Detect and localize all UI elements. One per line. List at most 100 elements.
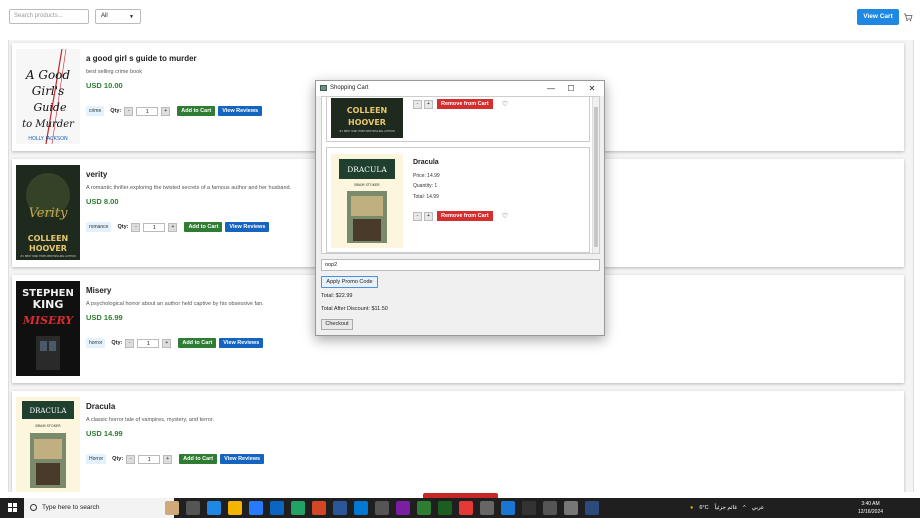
mail-icon[interactable] bbox=[354, 501, 368, 515]
qty-input[interactable]: 1 bbox=[143, 222, 166, 232]
category-filter-select[interactable]: All ▼ bbox=[95, 9, 141, 24]
excel-icon[interactable] bbox=[291, 501, 305, 515]
teams-icon[interactable] bbox=[375, 501, 389, 515]
qty-increment-button[interactable]: + bbox=[162, 338, 172, 348]
minimize-button[interactable]: — bbox=[545, 83, 557, 94]
apply-promo-button[interactable]: Apply Promo Code bbox=[321, 276, 378, 288]
svg-text:BRAM STOKER: BRAM STOKER bbox=[354, 183, 380, 187]
top-bar: Search products... All ▼ View Cart bbox=[0, 0, 920, 36]
remove-from-cart-button[interactable]: Remove from Cart bbox=[437, 99, 493, 109]
svg-text:HOLLY JACKSON: HOLLY JACKSON bbox=[28, 136, 68, 142]
view-reviews-button[interactable]: View Reviews bbox=[225, 222, 270, 232]
app-icon[interactable] bbox=[480, 501, 494, 515]
product-controls: horror Qty: - 1 + Add to Cart View Revie… bbox=[86, 338, 264, 348]
add-to-cart-button[interactable]: Add to Cart bbox=[178, 338, 217, 348]
java-app-icon[interactable] bbox=[564, 501, 578, 515]
taskbar-search-text: Type here to search bbox=[42, 504, 100, 511]
powerpoint-icon[interactable] bbox=[312, 501, 326, 515]
app-icon[interactable] bbox=[543, 501, 557, 515]
edge-icon[interactable] bbox=[270, 501, 284, 515]
weather-text: غائم جزئياً bbox=[714, 505, 738, 511]
app-icon[interactable] bbox=[396, 501, 410, 515]
add-to-cart-button[interactable]: Add to Cart bbox=[179, 454, 218, 464]
qty-increment-button[interactable]: + bbox=[424, 99, 433, 109]
qty-increment-button[interactable]: + bbox=[163, 454, 173, 464]
qty-decrement-button[interactable]: - bbox=[413, 211, 422, 221]
task-view-icon[interactable] bbox=[186, 501, 200, 515]
app-icon[interactable] bbox=[522, 501, 536, 515]
add-to-cart-button[interactable]: Add to Cart bbox=[184, 222, 223, 232]
maximize-button[interactable]: ☐ bbox=[565, 83, 577, 94]
svg-text:Girl's: Girl's bbox=[32, 84, 64, 98]
cart-item-controls: - + Remove from Cart ♡ bbox=[413, 211, 508, 221]
window-title-bar[interactable]: Shopping Cart — ☐ ✕ bbox=[316, 81, 604, 96]
app-icon[interactable] bbox=[417, 501, 431, 515]
heart-icon[interactable]: ♡ bbox=[502, 100, 508, 108]
product-title: verity bbox=[86, 170, 108, 179]
app-icon bbox=[320, 85, 327, 91]
scrollbar[interactable] bbox=[592, 97, 599, 253]
book-cover-image: STEPHEN KING MISERY bbox=[16, 281, 80, 376]
view-reviews-button[interactable]: View Reviews bbox=[219, 338, 264, 348]
svg-text:HOOVER: HOOVER bbox=[29, 244, 67, 253]
cart-icon[interactable] bbox=[903, 12, 913, 22]
qty-decrement-button[interactable]: - bbox=[125, 338, 135, 348]
remove-from-cart-button[interactable]: Remove from Cart bbox=[437, 211, 493, 221]
qty-decrement-button[interactable]: - bbox=[131, 222, 141, 232]
windows-start-icon[interactable] bbox=[8, 503, 17, 512]
product-price: USD 10.00 bbox=[86, 81, 123, 90]
vscode-icon[interactable] bbox=[501, 501, 515, 515]
language-indicator[interactable]: عربي bbox=[752, 505, 764, 511]
qty-label: Qty: bbox=[111, 340, 123, 346]
weather-icon[interactable]: ● bbox=[690, 505, 693, 511]
chevron-up-icon[interactable]: ^ bbox=[743, 505, 746, 511]
svg-text:A Good: A Good bbox=[25, 68, 71, 82]
product-controls: Horror Qty: - 1 + Add to Cart View Revie… bbox=[86, 454, 265, 464]
qty-increment-button[interactable]: + bbox=[168, 222, 178, 232]
app-icon[interactable] bbox=[438, 501, 452, 515]
weather-temp[interactable]: 6°C bbox=[699, 505, 708, 511]
widgets-icon[interactable] bbox=[207, 501, 221, 515]
scrollbar-thumb[interactable] bbox=[594, 107, 598, 247]
qty-input[interactable]: 1 bbox=[138, 454, 161, 464]
view-cart-button[interactable]: View Cart bbox=[857, 9, 899, 25]
book-cover-image: A Good Girl's Guide to Murder HOLLY JACK… bbox=[16, 49, 80, 144]
svg-text:#1 NEW YORK TIMES BESTSELLING: #1 NEW YORK TIMES BESTSELLING AUTHOR bbox=[20, 254, 76, 258]
word-icon[interactable] bbox=[333, 501, 347, 515]
qty-label: Qty: bbox=[110, 108, 122, 114]
product-controls: crime Qty: - 1 + Add to Cart View Review… bbox=[86, 106, 263, 116]
heart-icon[interactable]: ♡ bbox=[502, 212, 508, 220]
svg-text:KING: KING bbox=[33, 298, 64, 311]
store-icon[interactable] bbox=[249, 501, 263, 515]
svg-text:#1 NEW YORK TIMES BESTSELLING: #1 NEW YORK TIMES BESTSELLING AUTHOR bbox=[339, 129, 395, 133]
qty-increment-button[interactable]: + bbox=[424, 211, 433, 221]
qty-input[interactable]: 1 bbox=[137, 338, 160, 348]
promo-code-input[interactable]: oop2 bbox=[321, 259, 600, 271]
view-reviews-button[interactable]: View Reviews bbox=[218, 106, 263, 116]
category-tag: Horror bbox=[86, 454, 107, 464]
qty-decrement-button[interactable]: - bbox=[413, 99, 422, 109]
view-reviews-button[interactable]: View Reviews bbox=[220, 454, 265, 464]
qty-decrement-button[interactable]: - bbox=[126, 454, 136, 464]
clock-time: 3:40 AM bbox=[861, 501, 880, 507]
filter-value: All bbox=[101, 13, 108, 19]
qty-increment-button[interactable]: + bbox=[161, 106, 171, 116]
svg-text:MISERY: MISERY bbox=[22, 314, 74, 327]
search-highlight-icon[interactable] bbox=[165, 501, 179, 515]
qty-decrement-button[interactable]: - bbox=[124, 106, 134, 116]
checkout-button[interactable]: Checkout bbox=[321, 319, 353, 330]
taskbar-search-box[interactable]: Type here to search bbox=[24, 498, 174, 518]
qty-input[interactable]: 1 bbox=[136, 106, 159, 116]
cart-items-list[interactable]: COLLEEN HOOVER #1 NEW YORK TIMES BESTSEL… bbox=[321, 96, 600, 254]
book-cover-image: DRACULA BRAM STOKER bbox=[331, 154, 403, 248]
add-to-cart-button[interactable]: Add to Cart bbox=[177, 106, 216, 116]
file-explorer-icon[interactable] bbox=[228, 501, 242, 515]
system-tray: ● 6°C غائم جزئياً ^ عربي bbox=[690, 498, 764, 518]
clock[interactable]: 3:40 AM 12/16/2024 bbox=[858, 500, 883, 516]
search-input[interactable]: Search products... bbox=[9, 9, 89, 24]
search-icon bbox=[30, 504, 37, 511]
close-button[interactable]: ✕ bbox=[586, 83, 598, 94]
app-icon[interactable] bbox=[585, 501, 599, 515]
chrome-icon[interactable] bbox=[459, 501, 473, 515]
category-tag: romance bbox=[86, 222, 112, 232]
